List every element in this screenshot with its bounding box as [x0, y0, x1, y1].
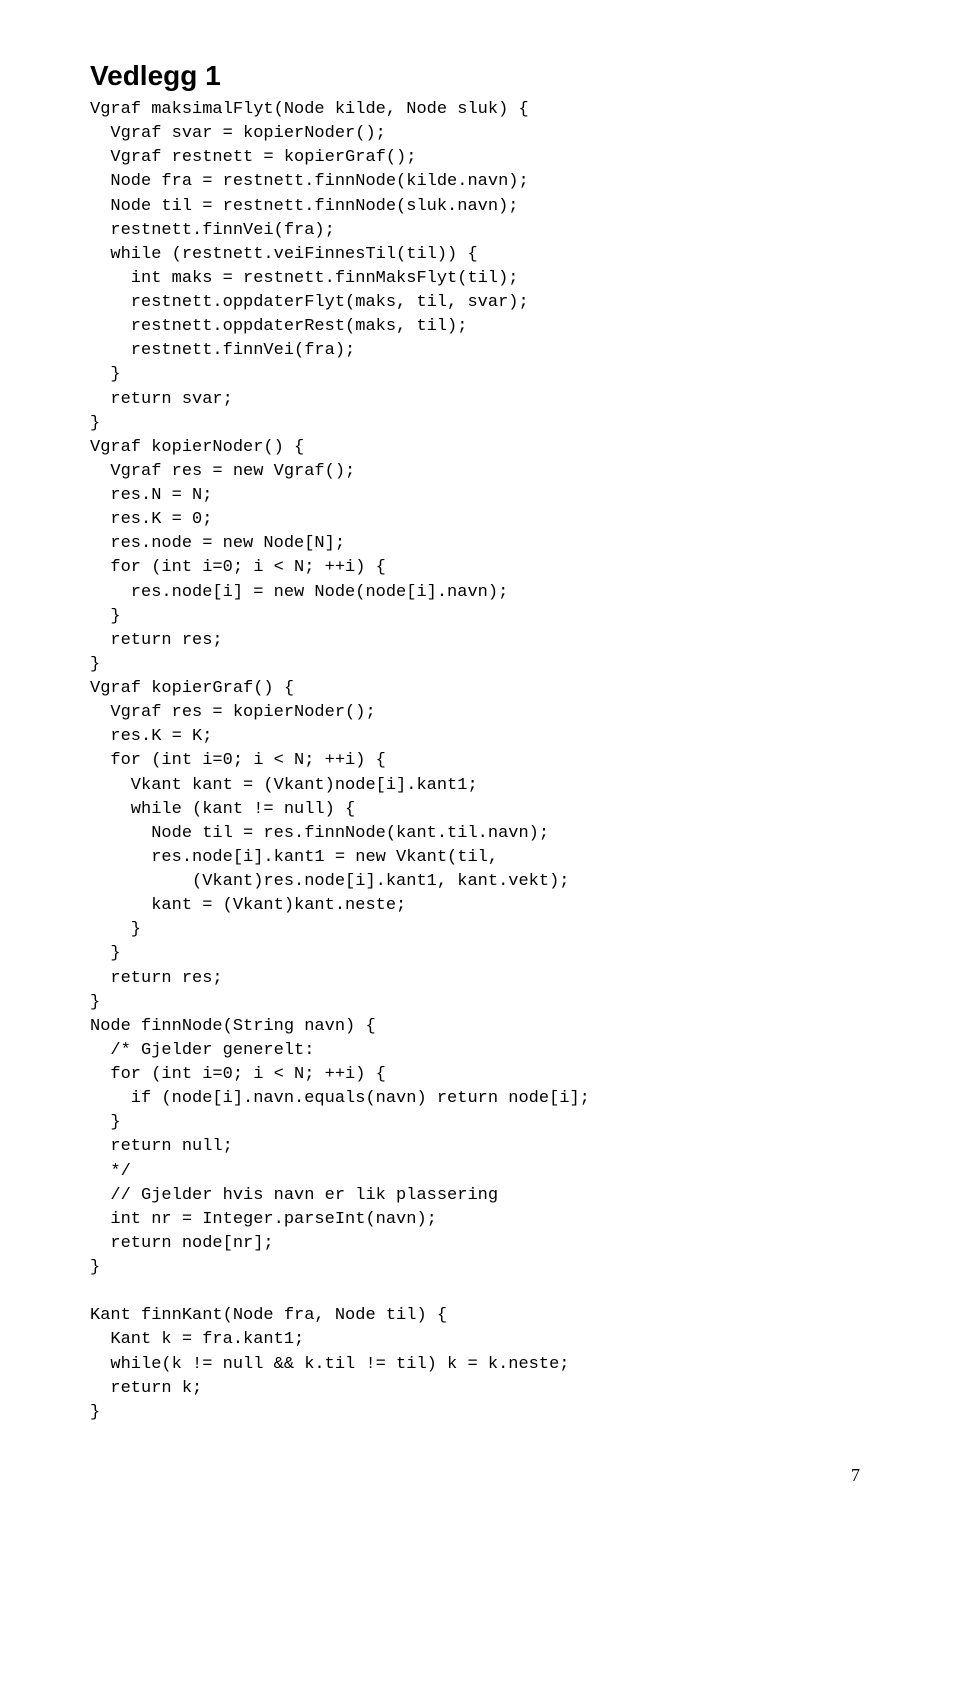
code-block: Vgraf maksimalFlyt(Node kilde, Node sluk… — [90, 98, 870, 1425]
page-title: Vedlegg 1 — [90, 60, 870, 92]
page-number: 7 — [90, 1465, 870, 1486]
